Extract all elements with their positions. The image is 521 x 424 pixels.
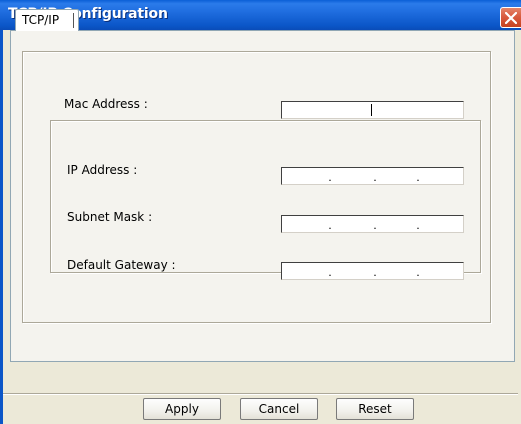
default-gateway-field[interactable]: . . . — [281, 262, 464, 280]
mac-address-label: Mac Address : — [64, 97, 148, 111]
ip-separator: . — [373, 219, 377, 232]
ip-address-field[interactable]: . . . — [281, 167, 464, 185]
subnet-mask-field[interactable]: . . . — [281, 215, 464, 233]
ip-separator: . — [328, 171, 332, 184]
tcpip-config-dialog: TCP/IP Configuration TCP/IP Mac Address … — [0, 0, 521, 424]
footer-separator — [3, 393, 518, 395]
apply-button[interactable]: Apply — [143, 398, 221, 420]
close-button[interactable] — [500, 7, 521, 28]
tab-tcpip-label: TCP/IP — [22, 13, 60, 27]
ip-address-label: IP Address : — [67, 163, 138, 177]
text-caret — [371, 104, 372, 116]
subnet-mask-label: Subnet Mask : — [67, 210, 153, 224]
tab-separator — [73, 13, 74, 28]
tab-tcpip[interactable]: TCP/IP — [15, 9, 79, 31]
close-icon — [505, 12, 517, 24]
cancel-button[interactable]: Cancel — [240, 398, 318, 420]
ip-separator: . — [328, 266, 332, 279]
ip-separator: . — [373, 171, 377, 184]
ip-separator: . — [416, 219, 420, 232]
ip-separator: . — [416, 171, 420, 184]
reset-button[interactable]: Reset — [336, 398, 414, 420]
ip-settings-group-box — [50, 120, 481, 273]
mac-address-field[interactable] — [281, 101, 464, 119]
default-gateway-label: Default Gateway : — [67, 258, 176, 272]
ip-separator: . — [328, 219, 332, 232]
ip-separator: . — [373, 266, 377, 279]
ip-separator: . — [416, 266, 420, 279]
